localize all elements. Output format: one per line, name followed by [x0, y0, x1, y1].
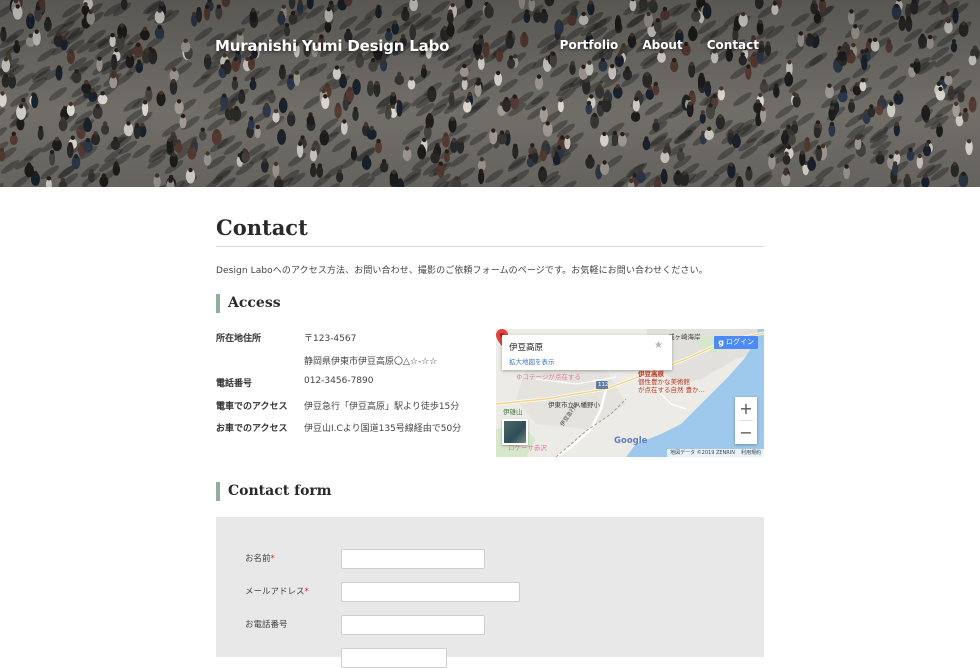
- access-row: 電話番号 012-3456-7890: [216, 376, 461, 399]
- google-plus-icon: g: [718, 336, 724, 349]
- google-logo: Google: [614, 436, 647, 446]
- map-place-card: 伊豆高原 拡大地図を表示 ★: [502, 335, 672, 370]
- map-label-road-112: 112: [598, 382, 609, 388]
- zoom-out-button[interactable]: −: [735, 421, 757, 444]
- map-footer: 地図データ ©2019 ZENRIN 利用規約: [667, 449, 764, 457]
- name-label-text: お名前: [245, 554, 271, 564]
- postal-code: 〒123-4567: [304, 331, 461, 354]
- access-row: お車でのアクセス 伊豆山I.Cより国道135号線経由で50分: [216, 421, 461, 444]
- car-access-label: お車でのアクセス: [216, 421, 304, 444]
- nav-link-about[interactable]: About: [642, 38, 682, 52]
- phone-label: お電話番号: [245, 618, 288, 630]
- hero-banner: Muranishi Yumi Design Labo Portfolio Abo…: [0, 0, 980, 187]
- map-login-button[interactable]: g ログイン: [714, 336, 758, 349]
- access-info-table: 所在地住所 〒123-4567 静岡県伊東市伊豆高原〇△☆-☆☆ 電話番号 01…: [216, 331, 461, 444]
- main-content: Contact Design Laboへのアクセス方法、お問い合わせ、撮影のご依…: [216, 187, 764, 276]
- nav-link-portfolio[interactable]: Portfolio: [560, 38, 619, 52]
- hero-overlay: [0, 0, 980, 187]
- nav-link-contact[interactable]: Contact: [707, 38, 759, 52]
- street-address: 静岡県伊東市伊豆高原〇△☆-☆☆: [304, 354, 461, 377]
- required-mark: *: [271, 554, 275, 564]
- next-field-input[interactable]: [341, 648, 447, 668]
- map-place-name: 伊豆高原: [509, 341, 543, 353]
- map-label-jogasaki: 城ヶ崎海岸: [668, 331, 701, 341]
- access-heading: Access: [216, 294, 281, 313]
- required-mark: *: [305, 587, 309, 597]
- map-data-credit: 地図データ ©2019 ZENRIN: [670, 449, 735, 457]
- map-label-cottage: ゆコテージが点在する: [516, 371, 581, 381]
- contact-form-heading: Contact form: [216, 482, 332, 501]
- star-icon[interactable]: ★: [654, 340, 663, 351]
- zoom-in-button[interactable]: +: [735, 397, 757, 420]
- train-access-value: 伊豆急行「伊豆高原」駅より徒歩15分: [304, 399, 461, 422]
- access-row: 所在地住所 〒123-4567: [216, 331, 461, 354]
- email-input[interactable]: [341, 582, 520, 602]
- map-label-yuzuriyama: 伊雄山: [503, 406, 523, 416]
- main-nav: Portfolio About Contact: [560, 38, 759, 52]
- page-title: Contact: [216, 215, 764, 247]
- access-row: 電車でのアクセス 伊豆急行「伊豆高原」駅より徒歩15分: [216, 399, 461, 422]
- map-login-label: ログイン: [726, 336, 754, 349]
- email-label-text: メールアドレス: [245, 587, 305, 597]
- phone-value: 012-3456-7890: [304, 376, 461, 399]
- map-terms-link[interactable]: 利用規約: [741, 449, 761, 457]
- contact-form: お名前* メールアドレス* お電話番号: [216, 517, 764, 657]
- map-label-pin-desc-2: が点在する自然 豊か...: [638, 384, 705, 394]
- satellite-toggle-button[interactable]: [502, 419, 528, 445]
- name-input[interactable]: [341, 549, 485, 569]
- site-title-link[interactable]: Muranishi Yumi Design Labo: [215, 37, 449, 55]
- car-access-value: 伊豆山I.Cより国道135号線経由で50分: [304, 421, 461, 444]
- phone-input[interactable]: [341, 615, 485, 635]
- phone-label-text: お電話番号: [245, 620, 288, 630]
- address-label: 所在地住所: [216, 331, 304, 354]
- access-row: 静岡県伊東市伊豆高原〇△☆-☆☆: [216, 354, 461, 377]
- google-map-embed[interactable]: 城ヶ崎海岸 ゆコテージが点在する 112 伊雄山 伊東市立八幡野小 伊豆急行線 …: [496, 329, 764, 457]
- address-label-empty: [216, 354, 304, 377]
- email-label: メールアドレス*: [245, 585, 309, 597]
- train-access-label: 電車でのアクセス: [216, 399, 304, 422]
- name-label: お名前*: [245, 552, 275, 564]
- larger-map-link[interactable]: 拡大地図を表示: [509, 356, 555, 366]
- intro-text: Design Laboへのアクセス方法、お問い合わせ、撮影のご依頼フォームのペー…: [216, 263, 764, 276]
- phone-label: 電話番号: [216, 376, 304, 399]
- map-zoom-control: + −: [735, 397, 757, 444]
